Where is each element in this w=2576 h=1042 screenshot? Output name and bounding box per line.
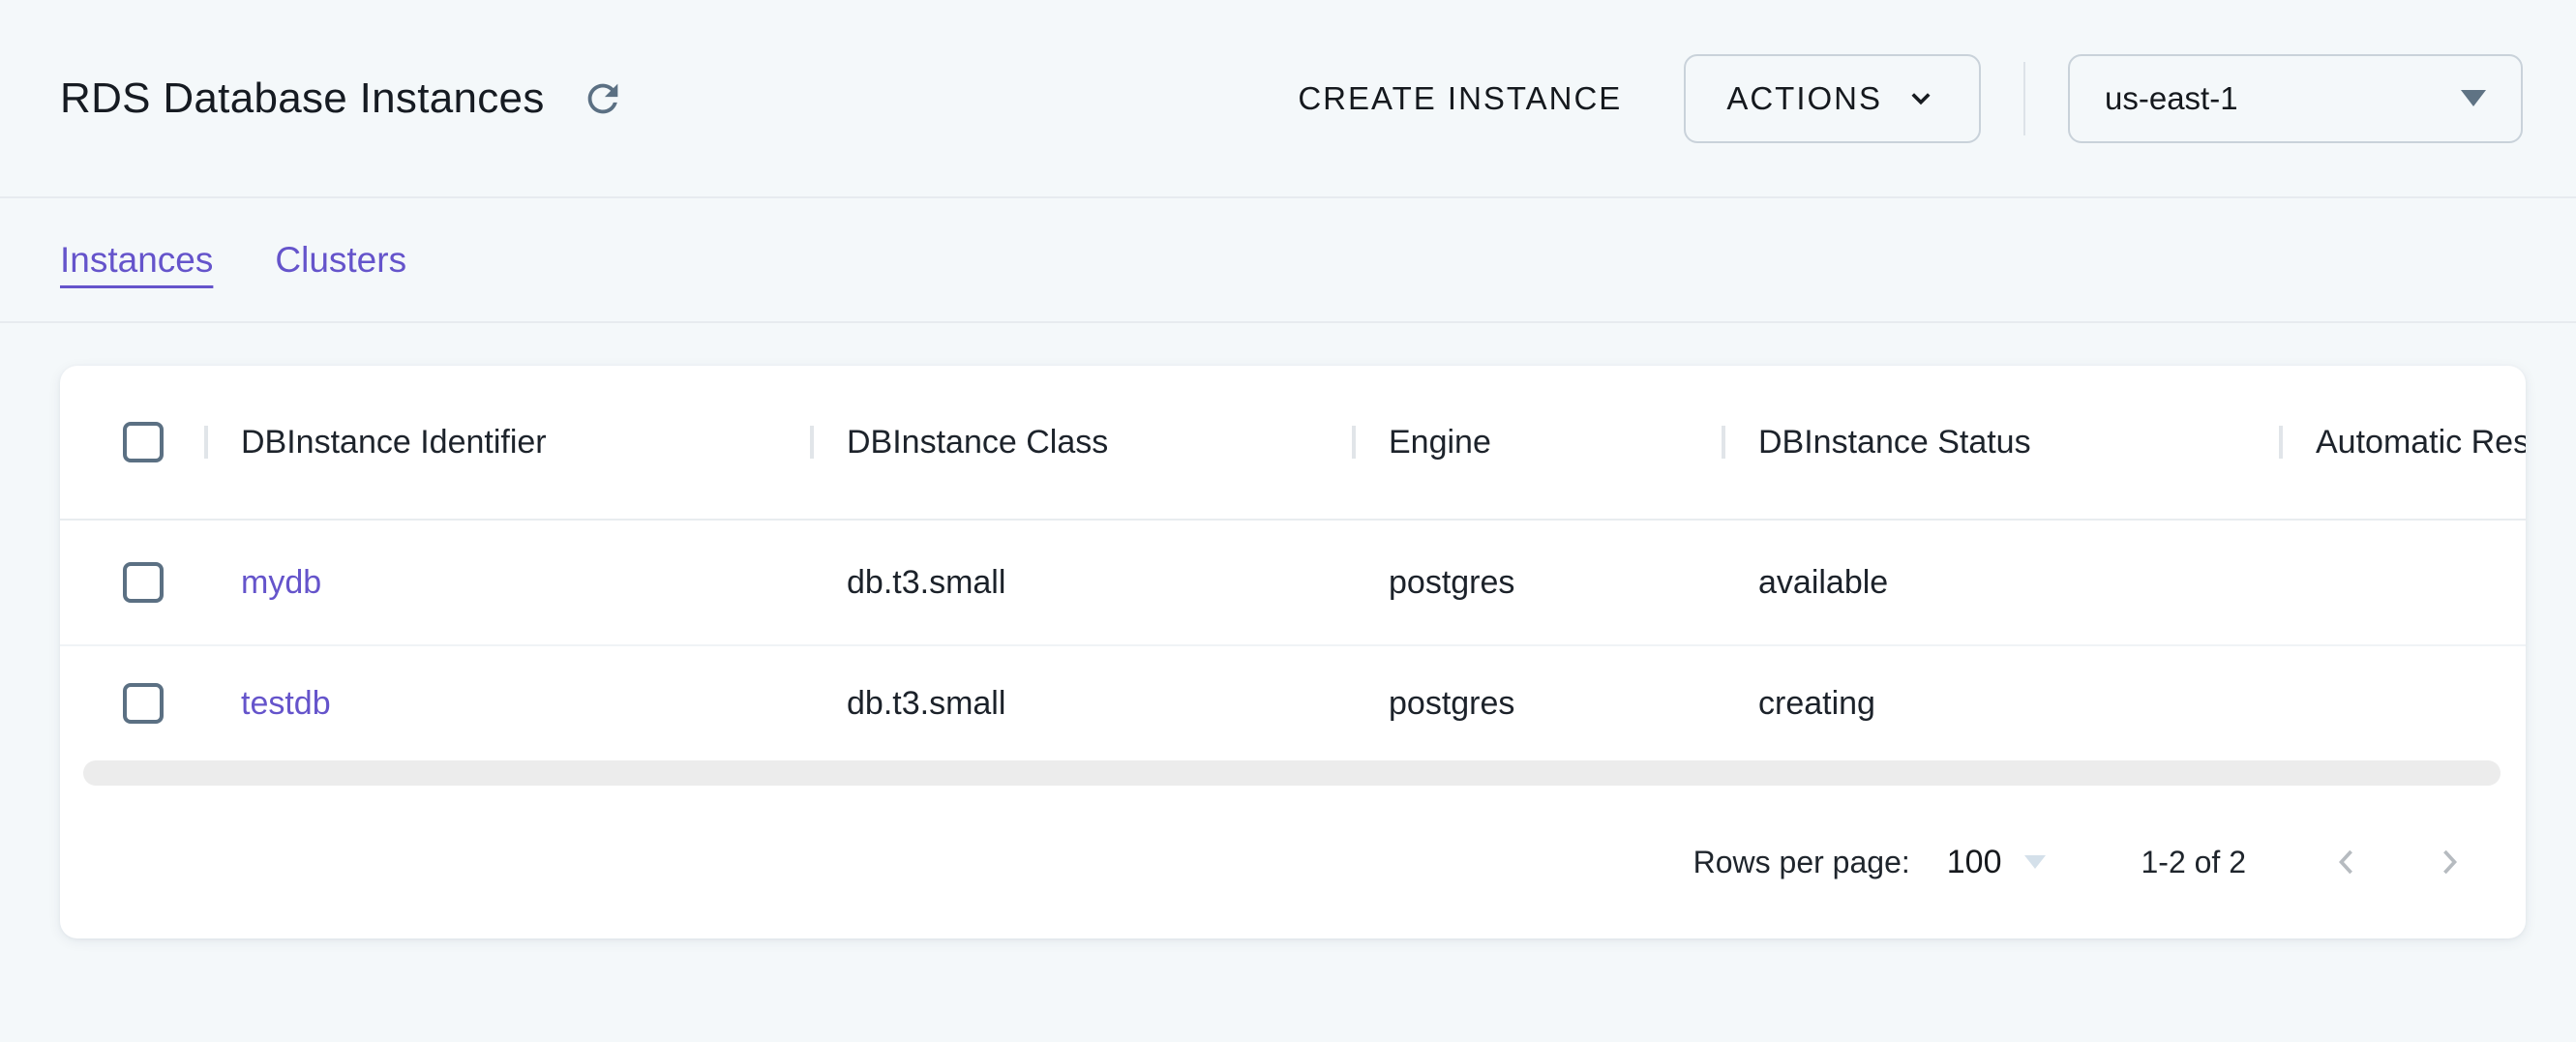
instance-link[interactable]: testdb [241,685,331,723]
row-checkbox-cell [60,683,204,724]
cell-class: db.t3.small [810,646,1352,760]
refresh-button[interactable] [574,70,632,128]
chevron-left-icon [2325,841,2368,883]
header-divider [2023,62,2025,135]
pagination-range: 1-2 of 2 [2141,845,2246,880]
column-header-label: Automatic Res [2316,424,2526,461]
rows-per-page-select[interactable]: 100 [1947,844,2047,881]
rows-per-page-value: 100 [1947,844,2002,881]
cell-identifier: mydb [204,521,810,644]
cell-class: db.t3.small [810,521,1352,644]
previous-page-button[interactable] [2325,841,2368,883]
header-title-group: RDS Database Instances [60,70,632,128]
cell-status: creating [1722,646,2279,760]
rows-per-page-label: Rows per page: [1693,845,1910,880]
page-title: RDS Database Instances [60,74,545,123]
rows-per-page-caret-icon [2024,855,2046,869]
table-header-row: DBInstance Identifier DBInstance Class E… [60,366,2526,519]
cell-engine: postgres [1352,521,1722,644]
header-actions-group: CREATE INSTANCE ACTIONS us-east-1 [1298,54,2523,143]
tab-instances[interactable]: Instances [60,240,213,281]
cell-identifier: testdb [204,646,810,760]
row-checkbox[interactable] [123,562,164,603]
column-header-automatic-restart[interactable]: Automatic Res [2279,366,2526,519]
tab-bar: Instances Clusters [0,198,2576,323]
select-all-checkbox[interactable] [123,422,164,462]
instance-link[interactable]: mydb [241,564,321,602]
column-header-label: Engine [1389,424,1491,461]
header-checkbox-cell [60,422,204,462]
table-row[interactable]: testdb db.t3.small postgres creating [60,644,2526,760]
column-header-label: DBInstance Identifier [241,424,547,461]
page-header: RDS Database Instances CREATE INSTANCE A… [0,0,2576,198]
actions-button-label: ACTIONS [1726,80,1882,117]
column-header-dbinstance-class[interactable]: DBInstance Class [810,366,1352,519]
create-instance-button[interactable]: CREATE INSTANCE [1298,80,1622,117]
dropdown-caret-icon [2461,90,2486,106]
table-row[interactable]: mydb db.t3.small postgres available [60,519,2526,644]
horizontal-scrollbar[interactable] [83,760,2501,786]
region-select-value: us-east-1 [2105,80,2238,117]
chevron-down-icon [1903,81,1938,116]
cell-status: available [1722,521,2279,644]
rds-page: RDS Database Instances CREATE INSTANCE A… [0,0,2576,938]
cell-automatic-restart [2279,646,2526,760]
column-header-label: DBInstance Class [847,424,1108,461]
column-header-label: DBInstance Status [1758,424,2031,461]
cell-automatic-restart [2279,521,2526,644]
column-header-dbinstance-identifier[interactable]: DBInstance Identifier [204,366,810,519]
tab-clusters[interactable]: Clusters [275,240,406,281]
chevron-right-icon [2428,841,2471,883]
pagination-bar: Rows per page: 100 1-2 of 2 [60,786,2526,938]
refresh-icon [581,76,625,121]
row-checkbox[interactable] [123,683,164,724]
column-header-dbinstance-status[interactable]: DBInstance Status [1722,366,2279,519]
instances-table-card: DBInstance Identifier DBInstance Class E… [60,366,2526,938]
next-page-button[interactable] [2428,841,2471,883]
row-checkbox-cell [60,562,204,603]
column-header-engine[interactable]: Engine [1352,366,1722,519]
cell-engine: postgres [1352,646,1722,760]
main-content: DBInstance Identifier DBInstance Class E… [0,366,2576,938]
region-select[interactable]: us-east-1 [2068,54,2523,143]
actions-button[interactable]: ACTIONS [1684,54,1981,143]
